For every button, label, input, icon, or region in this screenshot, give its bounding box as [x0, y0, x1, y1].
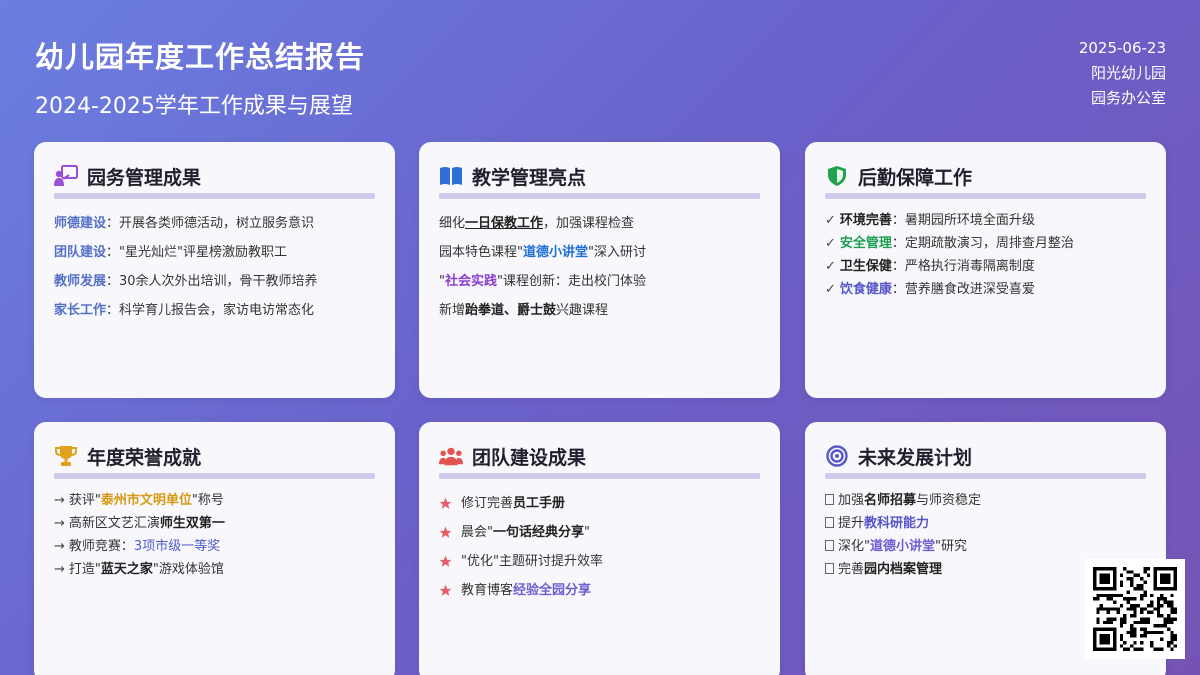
card-title: 团队建设成果: [472, 446, 587, 469]
star-icon: [439, 555, 452, 567]
card-header: 年度荣誉成就: [54, 442, 375, 470]
card-header: 未来发展计划: [825, 442, 1146, 470]
page-title: 幼儿园年度工作总结报告: [35, 40, 366, 74]
shield-icon: [825, 164, 849, 188]
title-divider: [825, 193, 1146, 199]
item-list: → 获评"泰州市文明单位"称号 → 高新区文艺汇演师生双第一 → 教师竞赛：3项市级一…: [54, 489, 375, 581]
check-icon: ✓: [825, 213, 836, 228]
presentation-icon: [54, 164, 78, 188]
users-icon: [439, 444, 463, 468]
list-item: 细化一日保教工作，加强课程检查: [439, 216, 635, 231]
trophy-icon: [54, 444, 78, 468]
item-list: 师德建设：开展各类师德活动，树立服务意识 团队建设："星光灿烂"评星榜激励教职工…: [54, 209, 375, 325]
arrow-right-icon: →: [54, 562, 65, 577]
arrow-right-icon: →: [54, 516, 65, 531]
checkbox-icon: [825, 494, 834, 505]
list-item: 修订完善 员工手册: [439, 489, 760, 518]
card-title: 教学管理亮点: [472, 166, 587, 189]
list-item: "社会实践"课程创新：走出校门体验: [439, 274, 646, 289]
list-item: → 高新区文艺汇演师生双第一: [54, 516, 225, 531]
card-title: 园务管理成果: [87, 166, 202, 189]
report-header: 幼儿园年度工作总结报告 2024-2025学年工作成果与展望: [35, 34, 365, 120]
title-divider: [439, 193, 760, 199]
arrow-right-icon: →: [54, 539, 65, 554]
list-item: ✓ 卫生保健：严格执行消毒隔离制度: [825, 259, 1035, 274]
title-divider: [54, 473, 375, 479]
star-icon: [439, 584, 452, 596]
qr-code[interactable]: [1085, 559, 1185, 659]
card-header: 团队建设成果: [439, 442, 760, 470]
card-title: 后勤保障工作: [858, 166, 973, 189]
report-org: 阳光幼儿园: [1090, 64, 1166, 82]
list-item: 团队建设："星光灿烂"评星榜激励教职工: [54, 245, 287, 260]
star-icon: [439, 526, 452, 538]
card-honors: 年度荣誉成就 → 获评"泰州市文明单位"称号 → 高新区文艺汇演师生双第一 → 教师竞…: [34, 422, 395, 675]
check-icon: ✓: [825, 259, 836, 274]
checkbox-icon: [825, 517, 834, 528]
card-title: 年度荣誉成就: [87, 446, 202, 469]
list-item: 家长工作：科学育儿报告会，家访电访常态化: [54, 303, 315, 318]
report-dept: 园务办公室: [1090, 89, 1166, 107]
checkbox-icon: [825, 563, 834, 574]
list-item: 师德建设：开展各类师德活动，树立服务意识: [54, 216, 315, 231]
item-list: 修订完善 员工手册 晨会" 一句话经典分享 " "优化"主题研讨提升效率 教育博客 经验…: [439, 489, 760, 605]
list-item: ✓ 环境完善：暑期园所环境全面升级: [825, 213, 1035, 228]
card-header: 教学管理亮点: [439, 162, 760, 190]
list-item: 加强名师招募与师资稳定: [825, 489, 1146, 512]
list-item: → 打造"蓝天之家"游戏体验馆: [54, 562, 224, 577]
card-header: 园务管理成果: [54, 162, 375, 190]
list-item: 晨会" 一句话经典分享 ": [439, 518, 760, 547]
check-icon: ✓: [825, 282, 836, 297]
check-icon: ✓: [825, 236, 836, 251]
list-item: "优化"主题研讨提升效率: [439, 547, 760, 576]
list-item: 深化"道德小讲堂"研究: [825, 535, 1146, 558]
list-item: 园本特色课程"道德小讲堂"深入研讨: [439, 245, 646, 260]
list-item: ✓ 饮食健康：营养膳食改进深受喜爱: [825, 282, 1035, 297]
list-item: 提升教科研能力: [825, 512, 1146, 535]
list-item: 教师发展：30余人次外出培训，骨干教师培养: [54, 274, 318, 289]
list-item: → 教师竞赛：3项市级一等奖: [54, 539, 221, 554]
list-item: ✓ 安全管理：定期疏散演习，周排查月整治: [825, 236, 1074, 251]
item-list: 细化一日保教工作，加强课程检查 园本特色课程"道德小讲堂"深入研讨 "社会实践"…: [439, 209, 760, 325]
title-divider: [439, 473, 760, 479]
card-team-building: 团队建设成果 修订完善 员工手册 晨会" 一句话经典分享 " "优化"主题研讨提升效率…: [419, 422, 780, 675]
report-meta: 2025-06-23 阳光幼儿园 园务办公室: [1079, 36, 1166, 111]
report-date: 2025-06-23: [1078, 39, 1166, 57]
card-logistics: 后勤保障工作 ✓ 环境完善：暑期园所环境全面升级 ✓ 安全管理：定期疏散演习，周排查…: [805, 142, 1166, 398]
book-icon: [439, 164, 463, 188]
star-icon: [439, 497, 452, 509]
checkbox-icon: [825, 540, 834, 551]
qr-code-icon: [1093, 567, 1177, 651]
title-divider: [825, 473, 1146, 479]
arrow-right-icon: →: [54, 493, 65, 508]
list-item: 教育博客 经验全园分享: [439, 576, 760, 605]
list-item: 新增跆拳道、爵士鼓兴趣课程: [439, 303, 609, 318]
card-admin-achievements: 园务管理成果 师德建设：开展各类师德活动，树立服务意识 团队建设："星光灿烂"评…: [34, 142, 395, 398]
card-header: 后勤保障工作: [825, 162, 1146, 190]
item-list: ✓ 环境完善：暑期园所环境全面升级 ✓ 安全管理：定期疏散演习，周排查月整治 ✓ 卫生…: [825, 209, 1146, 301]
list-item: → 获评"泰州市文明单位"称号: [54, 493, 224, 508]
page-subtitle: 2024-2025学年工作成果与展望: [35, 94, 353, 119]
card-title: 未来发展计划: [858, 446, 973, 469]
card-teaching-highlights: 教学管理亮点 细化一日保教工作，加强课程检查 园本特色课程"道德小讲堂"深入研讨…: [419, 142, 780, 398]
title-divider: [54, 193, 375, 199]
target-icon: [825, 444, 849, 468]
